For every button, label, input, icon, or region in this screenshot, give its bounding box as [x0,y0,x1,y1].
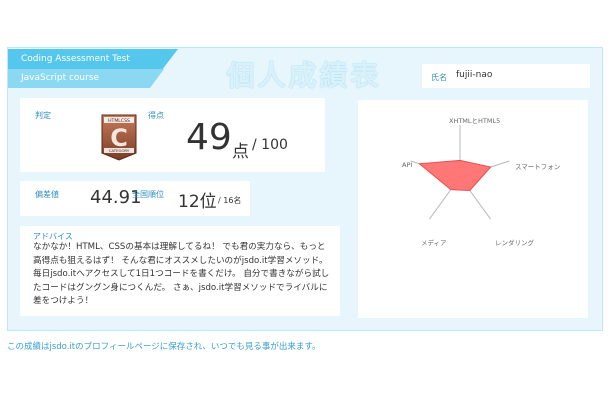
score-value: 49 [186,117,232,158]
judgement-label: 判定 [35,111,51,120]
radar-label-api: API [402,161,413,169]
name-card [422,64,590,88]
advice-text: なかなか！HTML、CSSの基本は理解してるね！ でも君の実力なら、もっと高得点… [33,242,330,307]
page-title: 個人成績表 [226,59,382,92]
score-label: 得点 [148,111,164,120]
test-title-ribbon: Coding Assessment Test [8,49,178,69]
radar-label-smartphone: スマートフォン [515,163,561,171]
user-name: fujii-nao [456,70,493,80]
score-card [20,98,325,172]
badge-bottom-text: CATEGORY [109,148,130,153]
score-max: / 100 [252,137,288,153]
rank-value: 12位 [178,192,217,212]
radar-label-xhtml: XHTMLとHTML5 [449,117,501,125]
category-badge-icon: HTMLCSS C CATEGORY [101,114,137,161]
course-ribbon: JavaScript course [8,69,164,88]
radar-label-media: メディア [421,239,447,247]
radar-value-area [418,159,492,192]
radar-chart [410,125,510,220]
score-unit: 点 [232,142,249,162]
name-label: 氏名 [431,73,447,82]
footer-note: この成績はjsdo.itのプロフィールページに保存され、いつでも見る事が出来ます… [7,342,321,352]
rank-label: 全国順位 [132,190,164,199]
deviation-label: 偏差値 [35,190,59,199]
radar-label-rendering: レンダリング [495,239,534,247]
rank-total: / 16名 [218,196,242,205]
